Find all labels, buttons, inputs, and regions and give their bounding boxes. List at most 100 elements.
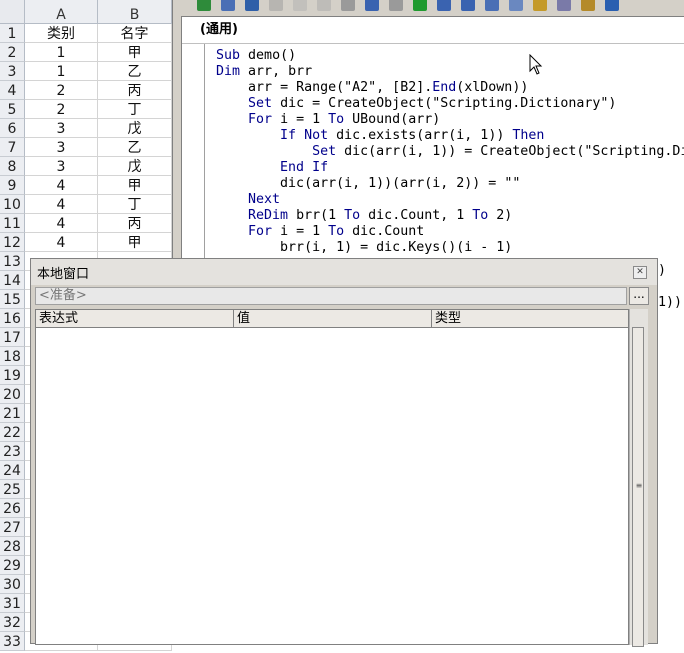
row-header[interactable]: 11 — [0, 214, 25, 233]
undo-icon[interactable] — [365, 0, 379, 11]
redo-icon[interactable] — [389, 0, 403, 11]
properties-icon[interactable] — [533, 0, 547, 11]
cell-a[interactable]: 2 — [25, 100, 98, 119]
row-header[interactable]: 8 — [0, 157, 25, 176]
row-header[interactable]: 19 — [0, 366, 25, 385]
object-browser-icon[interactable] — [557, 0, 571, 11]
code-text[interactable]: Sub demo() Dim arr, brr arr = Range("A2"… — [216, 48, 684, 256]
cell-b[interactable]: 甲 — [98, 43, 172, 62]
copy-icon[interactable] — [293, 0, 307, 11]
code-line[interactable]: Dim arr, brr — [216, 64, 312, 79]
row-header[interactable]: 18 — [0, 347, 25, 366]
row-header[interactable]: 31 — [0, 594, 25, 613]
design-mode-icon[interactable] — [485, 0, 499, 11]
code-line[interactable]: arr = Range("A2", [B2].End(xlDown)) — [216, 80, 528, 95]
column-type[interactable]: 类型 — [432, 310, 628, 327]
row-header[interactable]: 33 — [0, 632, 25, 651]
locals-title-bar[interactable]: 本地窗口 ✕ — [31, 259, 657, 285]
row-header[interactable]: 28 — [0, 537, 25, 556]
code-line[interactable]: End If — [216, 160, 328, 175]
row-header[interactable]: 26 — [0, 499, 25, 518]
row-header[interactable]: 6 — [0, 119, 25, 138]
row-header[interactable]: 22 — [0, 423, 25, 442]
cell-b[interactable]: 甲 — [98, 233, 172, 252]
column-header-a[interactable]: A — [25, 0, 98, 24]
code-line[interactable]: Sub demo() — [216, 48, 296, 63]
paste-icon[interactable] — [317, 0, 331, 11]
row-header[interactable]: 25 — [0, 480, 25, 499]
cell-a[interactable]: 1 — [25, 62, 98, 81]
cell-a[interactable]: 4 — [25, 176, 98, 195]
code-line[interactable]: brr(i, 1) = dic.Keys()(i - 1) — [216, 240, 512, 255]
row-header[interactable]: 16 — [0, 309, 25, 328]
scrollbar-thumb[interactable]: ≡ — [632, 327, 644, 647]
object-dropdown[interactable]: (通用) — [186, 20, 500, 40]
cell-b[interactable]: 乙 — [98, 62, 172, 81]
row-header[interactable]: 3 — [0, 62, 25, 81]
reset-icon[interactable] — [461, 0, 475, 11]
close-icon[interactable]: ✕ — [633, 266, 647, 279]
code-line[interactable]: If Not dic.exists(arr(i, 1)) Then — [216, 128, 544, 143]
row-header[interactable]: 20 — [0, 385, 25, 404]
code-line[interactable]: For i = 1 To dic.Count — [216, 224, 424, 239]
project-explorer-icon[interactable] — [509, 0, 523, 11]
find-icon[interactable] — [341, 0, 355, 11]
column-header-b[interactable]: B — [98, 0, 172, 24]
code-line[interactable]: ReDim brr(1 To dic.Count, 1 To 2) — [216, 208, 512, 223]
locals-list[interactable]: 表达式 值 类型 — [35, 309, 629, 645]
row-header[interactable]: 14 — [0, 271, 25, 290]
help-icon[interactable] — [605, 0, 619, 11]
row-header[interactable]: 12 — [0, 233, 25, 252]
cell-b[interactable]: 名字 — [98, 24, 172, 43]
cell-b[interactable]: 戊 — [98, 119, 172, 138]
row-header[interactable]: 32 — [0, 613, 25, 632]
row-header[interactable]: 21 — [0, 404, 25, 423]
excel-icon[interactable] — [197, 0, 211, 11]
cell-b[interactable]: 丙 — [98, 81, 172, 100]
cell-a[interactable]: 4 — [25, 233, 98, 252]
cell-a[interactable]: 2 — [25, 81, 98, 100]
locals-scrollbar[interactable]: ≡ — [629, 309, 648, 647]
row-header[interactable]: 5 — [0, 100, 25, 119]
row-header[interactable]: 24 — [0, 461, 25, 480]
row-header[interactable]: 30 — [0, 575, 25, 594]
row-header[interactable]: 1 — [0, 24, 25, 43]
insert-icon[interactable] — [221, 0, 235, 11]
code-line[interactable]: Set dic = CreateObject("Scripting.Dictio… — [216, 96, 616, 111]
cell-a[interactable]: 3 — [25, 138, 98, 157]
cell-a[interactable]: 4 — [25, 214, 98, 233]
row-header[interactable]: 27 — [0, 518, 25, 537]
row-header[interactable]: 23 — [0, 442, 25, 461]
row-header[interactable]: 13 — [0, 252, 25, 271]
row-header[interactable]: 29 — [0, 556, 25, 575]
cell-b[interactable]: 丁 — [98, 195, 172, 214]
row-header[interactable]: 10 — [0, 195, 25, 214]
cut-icon[interactable] — [269, 0, 283, 11]
cell-b[interactable]: 乙 — [98, 138, 172, 157]
row-header[interactable]: 15 — [0, 290, 25, 309]
cell-a[interactable]: 3 — [25, 119, 98, 138]
cell-b[interactable]: 丙 — [98, 214, 172, 233]
row-header[interactable]: 9 — [0, 176, 25, 195]
cell-a[interactable]: 3 — [25, 157, 98, 176]
column-expression[interactable]: 表达式 — [36, 310, 234, 327]
row-header[interactable]: 17 — [0, 328, 25, 347]
column-value[interactable]: 值 — [234, 310, 432, 327]
select-all-corner[interactable] — [0, 0, 25, 24]
code-line[interactable]: dic(arr(i, 1))(arr(i, 2)) = "" — [216, 176, 520, 191]
row-header[interactable]: 2 — [0, 43, 25, 62]
row-header[interactable]: 7 — [0, 138, 25, 157]
run-icon[interactable] — [413, 0, 427, 11]
cell-a[interactable]: 类别 — [25, 24, 98, 43]
code-line[interactable]: Next — [216, 192, 280, 207]
cell-b[interactable]: 甲 — [98, 176, 172, 195]
row-header[interactable]: 4 — [0, 81, 25, 100]
cell-b[interactable]: 戊 — [98, 157, 172, 176]
save-icon[interactable] — [245, 0, 259, 11]
cell-a[interactable]: 1 — [25, 43, 98, 62]
break-icon[interactable] — [437, 0, 451, 11]
code-line[interactable]: For i = 1 To UBound(arr) — [216, 112, 440, 127]
cell-b[interactable]: 丁 — [98, 100, 172, 119]
call-stack-button[interactable]: ... — [629, 287, 649, 305]
code-line[interactable]: Set dic(arr(i, 1)) = CreateObject("Scrip… — [216, 144, 684, 159]
